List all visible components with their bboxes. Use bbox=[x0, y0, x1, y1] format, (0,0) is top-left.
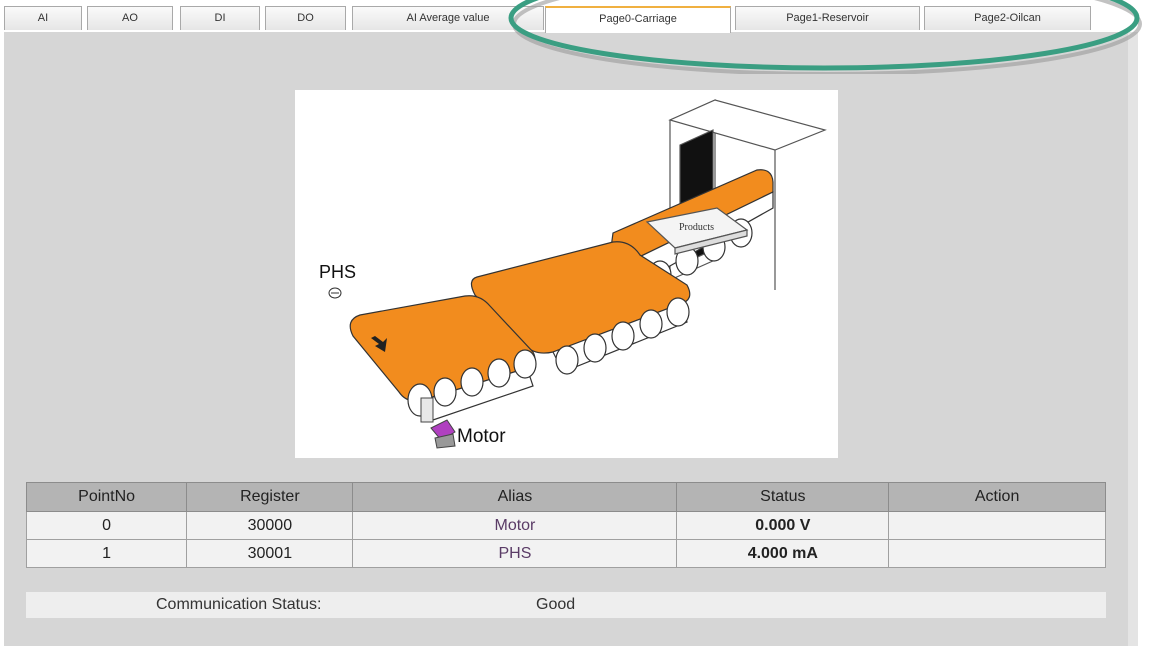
cell-alias: Motor bbox=[352, 511, 678, 540]
motor-label: Motor bbox=[457, 426, 506, 447]
cell-register: 30000 bbox=[186, 511, 354, 540]
products-label: Products bbox=[679, 222, 714, 233]
cell-register: 30001 bbox=[186, 539, 354, 568]
cell-pointno: 0 bbox=[25, 511, 188, 540]
table-row: 0 30000 Motor 0.000 V bbox=[25, 511, 1106, 540]
tab-ai-average-value[interactable]: AI Average value bbox=[352, 6, 544, 30]
header-status: Status bbox=[676, 482, 890, 512]
tab-do[interactable]: DO bbox=[265, 6, 346, 30]
cell-action[interactable] bbox=[888, 539, 1106, 568]
table-row: 1 30001 PHS 4.000 mA bbox=[25, 539, 1106, 568]
tab-page1-reservoir[interactable]: Page1-Reservoir bbox=[735, 6, 920, 30]
cell-status: 4.000 mA bbox=[676, 539, 890, 568]
tab-page0-carriage[interactable]: Page0-Carriage bbox=[545, 6, 731, 33]
tab-page2-oilcan[interactable]: Page2-Oilcan bbox=[924, 6, 1091, 30]
table-header-row: PointNo Register Alias Status Action bbox=[25, 482, 1106, 512]
communication-status-label: Communication Status: bbox=[156, 596, 322, 613]
communication-status-bar: Communication Status: Good bbox=[26, 592, 1106, 618]
conveyor-diagram: Products PHS Motor bbox=[295, 90, 838, 458]
conveyor-illustration: Products PHS Motor bbox=[319, 99, 827, 449]
header-action: Action bbox=[888, 482, 1106, 512]
phs-label: PHS bbox=[319, 262, 356, 282]
cell-action[interactable] bbox=[888, 511, 1106, 540]
tab-ai[interactable]: AI bbox=[4, 6, 82, 30]
communication-status-value: Good bbox=[536, 596, 576, 613]
tab-di[interactable]: DI bbox=[180, 6, 260, 30]
cell-status: 0.000 V bbox=[676, 511, 890, 540]
phs-sensor-icon bbox=[328, 287, 342, 299]
points-table: PointNo Register Alias Status Action 0 3… bbox=[25, 482, 1106, 568]
cell-alias: PHS bbox=[352, 539, 678, 568]
header-pointno: PointNo bbox=[25, 482, 188, 512]
header-alias: Alias bbox=[352, 482, 678, 512]
cell-pointno: 1 bbox=[25, 539, 188, 568]
header-register: Register bbox=[186, 482, 354, 512]
tab-ao[interactable]: AO bbox=[87, 6, 173, 30]
tab-bar: AI AO DI DO AI Average value Page0-Carri… bbox=[4, 6, 1134, 33]
panel-scrollbar[interactable] bbox=[1128, 32, 1138, 646]
